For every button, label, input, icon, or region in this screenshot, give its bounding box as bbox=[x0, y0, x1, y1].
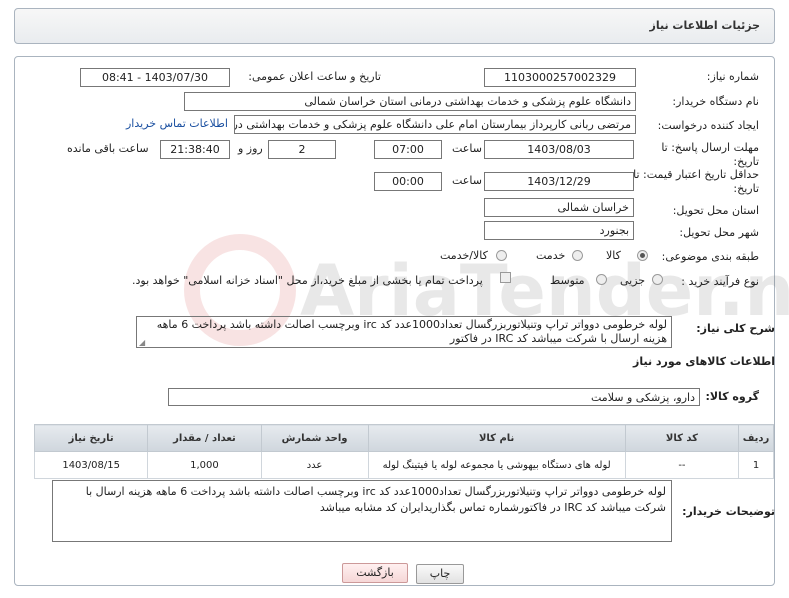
resize-handle-icon[interactable]: ◢ bbox=[139, 338, 145, 347]
buyer-org-label: نام دستگاه خریدار: bbox=[672, 95, 759, 108]
reply-time-field: 07:00 bbox=[374, 140, 442, 159]
col-row-header: ردیف bbox=[738, 424, 774, 452]
province-field: خراسان شمالی bbox=[484, 198, 634, 217]
remaining-time-field: 21:38:40 bbox=[160, 140, 230, 159]
city-label: شهر محل تحویل: bbox=[679, 226, 759, 239]
col-name-header: نام کالا bbox=[367, 424, 626, 452]
process-radio-medium[interactable] bbox=[596, 274, 607, 285]
description-textarea[interactable]: لوله خرطومی دوواتر تراپ وتنیلاتوربزرگسال… bbox=[136, 316, 672, 348]
category-option-service: خدمت bbox=[536, 249, 566, 262]
buyer-notes-textarea[interactable]: لوله خرطومی دوواتر تراپ وتنیلاتوربزرگسال… bbox=[52, 480, 672, 542]
reply-deadline-date-label: تاریخ: bbox=[733, 155, 759, 168]
cell-date: 1403/08/15 bbox=[33, 451, 149, 479]
table-header-row: ردیف کد کالا نام کالا واحد شمارش تعداد /… bbox=[33, 424, 774, 452]
category-radio-goods[interactable] bbox=[637, 250, 648, 261]
print-button[interactable]: چاپ bbox=[416, 564, 464, 584]
page-title: جزئیات اطلاعات نیاز bbox=[649, 19, 761, 32]
col-code-header: کد کالا bbox=[624, 424, 740, 452]
province-label: استان محل تحویل: bbox=[672, 204, 759, 217]
validity-date-field: 1403/12/29 bbox=[484, 172, 634, 191]
cell-qty: 1,000 bbox=[147, 451, 262, 479]
need-number-label: شماره نیاز: bbox=[706, 70, 759, 83]
goods-group-field: دارو، پزشکی و سلامت bbox=[168, 388, 700, 406]
category-radio-service[interactable] bbox=[572, 250, 583, 261]
announce-label: تاریخ و ساعت اعلان عمومی: bbox=[248, 70, 381, 83]
page-header: جزئیات اطلاعات نیاز bbox=[14, 8, 775, 44]
goods-group-label: گروه کالا: bbox=[705, 390, 759, 403]
buyer-notes-label: توضیحات خریدار: bbox=[682, 505, 775, 518]
cell-code: -- bbox=[624, 451, 740, 479]
description-label: شرح کلی نیاز: bbox=[696, 322, 775, 335]
contact-buyer-link[interactable]: اطلاعات تماس خریدار bbox=[126, 117, 228, 130]
treasury-checkbox[interactable] bbox=[500, 272, 511, 283]
back-button[interactable]: بازگشت bbox=[342, 563, 408, 583]
validity-time-label: ساعت bbox=[452, 174, 482, 187]
process-option-medium: متوسط bbox=[550, 274, 585, 287]
process-label: نوع فرآیند خرید : bbox=[681, 275, 759, 288]
days-field: 2 bbox=[268, 140, 336, 159]
validity-label: حداقل تاریخ اعتبار قیمت: تا bbox=[633, 168, 759, 181]
reply-date-field: 1403/08/03 bbox=[484, 140, 634, 159]
days-label: روز و bbox=[238, 142, 263, 155]
items-table: ردیف کد کالا نام کالا واحد شمارش تعداد /… bbox=[33, 424, 774, 479]
col-qty-header: تعداد / مقدار bbox=[147, 424, 262, 452]
goods-section-title: اطلاعات کالاهای مورد نیاز bbox=[633, 355, 775, 368]
category-option-both: کالا/خدمت bbox=[440, 249, 488, 262]
validity-date-label: تاریخ: bbox=[733, 182, 759, 195]
need-number-field: 1103000257002329 bbox=[484, 68, 636, 87]
announce-field: 1403/07/30 - 08:41 bbox=[80, 68, 230, 87]
reply-deadline-label: مهلت ارسال پاسخ: تا bbox=[661, 141, 759, 154]
reply-time-label: ساعت bbox=[452, 142, 482, 155]
cell-unit: عدد bbox=[260, 451, 369, 479]
city-field: بجنورد bbox=[484, 221, 634, 240]
category-option-goods: کالا bbox=[606, 249, 621, 262]
validity-time-field: 00:00 bbox=[374, 172, 442, 191]
buyer-org-field: دانشگاه علوم پزشکی و خدمات بهداشتی درمان… bbox=[184, 92, 636, 111]
remaining-label: ساعت باقی مانده bbox=[67, 142, 149, 155]
category-radio-both[interactable] bbox=[496, 250, 507, 261]
process-option-minor: جزیی bbox=[620, 274, 646, 287]
payment-note: پرداخت تمام یا بخشی از مبلغ خرید،از محل … bbox=[132, 274, 483, 287]
creator-label: ایجاد کننده درخواست: bbox=[657, 119, 759, 132]
process-radio-minor[interactable] bbox=[652, 274, 663, 285]
creator-field: مرتضی ربانی کارپرداز بیمارستان امام علی … bbox=[234, 115, 636, 134]
category-label: طبقه بندی موضوعی: bbox=[661, 250, 759, 263]
cell-row: 1 bbox=[738, 451, 774, 479]
cell-name: لوله های دستگاه بیهوشی یا مجموعه لوله یا… bbox=[367, 451, 626, 479]
col-unit-header: واحد شمارش bbox=[260, 424, 369, 452]
col-date-header: تاریخ نیاز bbox=[33, 424, 149, 452]
table-row: 1 -- لوله های دستگاه بیهوشی یا مجموعه لو… bbox=[33, 451, 774, 479]
